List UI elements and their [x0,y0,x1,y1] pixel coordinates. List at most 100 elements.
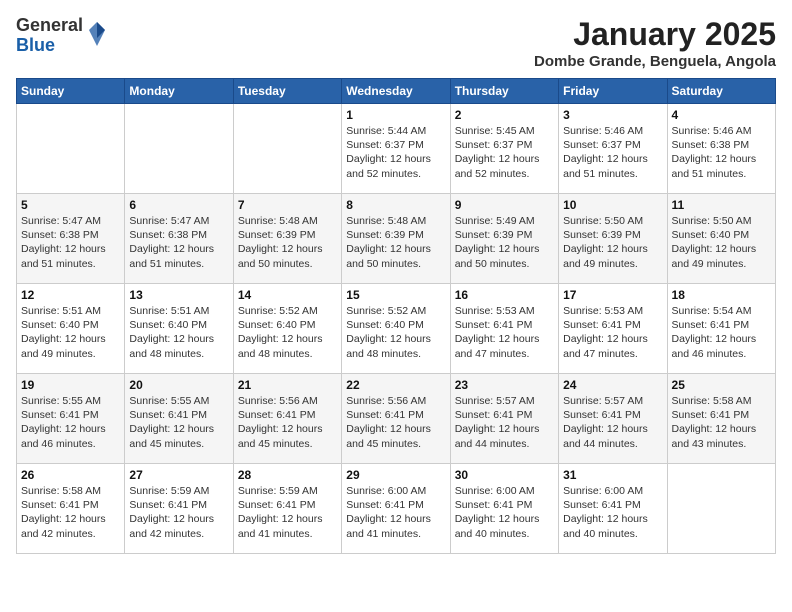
day-number: 31 [563,468,662,482]
calendar-cell: 1 Sunrise: 5:44 AM Sunset: 6:37 PM Daylig… [342,104,450,194]
calendar-cell: 30 Sunrise: 6:00 AM Sunset: 6:41 PM Dayli… [450,464,558,554]
header-cell-monday: Monday [125,79,233,104]
calendar-cell: 25Sunrise: 5:58 AM Sunset: 6:41 PM Dayli… [667,374,775,464]
day-number: 18 [672,288,771,302]
calendar-cell: 5Sunrise: 5:47 AM Sunset: 6:38 PM Daylig… [17,194,125,284]
header-cell-wednesday: Wednesday [342,79,450,104]
day-info: Sunrise: 5:51 AM Sunset: 6:40 PM Dayligh… [129,304,228,361]
day-number: 24 [563,378,662,392]
calendar-week-4: 26 Sunrise: 5:58 AM Sunset: 6:41 PM Dayli… [17,464,776,554]
day-info: Sunrise: 5:48 AM Sunset: 6:39 PM Dayligh… [238,214,337,271]
day-number: 22 [346,378,445,392]
day-info: Sunrise: 5:47 AM Sunset: 6:38 PM Dayligh… [129,214,228,271]
day-number: 10 [563,198,662,212]
calendar-cell: 12Sunrise: 5:51 AM Sunset: 6:40 PM Dayli… [17,284,125,374]
day-info: Sunrise: 6:00 AM Sunset: 6:41 PM Dayligh… [563,484,662,541]
calendar-cell: 14Sunrise: 5:52 AM Sunset: 6:40 PM Dayli… [233,284,341,374]
day-info: Sunrise: 5:46 AM Sunset: 6:37 PM Dayligh… [563,124,662,181]
day-number: 23 [455,378,554,392]
calendar-cell: 9 Sunrise: 5:49 AM Sunset: 6:39 PM Daylig… [450,194,558,284]
day-info: Sunrise: 5:44 AM Sunset: 6:37 PM Dayligh… [346,124,445,181]
title-block: January 2025 Dombe Grande, Benguela, Ang… [534,16,776,70]
day-number: 8 [346,198,445,212]
day-info: Sunrise: 5:51 AM Sunset: 6:40 PM Dayligh… [21,304,120,361]
day-number: 27 [129,468,228,482]
calendar-cell: 16Sunrise: 5:53 AM Sunset: 6:41 PM Dayli… [450,284,558,374]
day-info: Sunrise: 5:48 AM Sunset: 6:39 PM Dayligh… [346,214,445,271]
day-info: Sunrise: 5:45 AM Sunset: 6:37 PM Dayligh… [455,124,554,181]
day-info: Sunrise: 5:49 AM Sunset: 6:39 PM Dayligh… [455,214,554,271]
header-row: SundayMondayTuesdayWednesdayThursdayFrid… [17,79,776,104]
day-info: Sunrise: 5:55 AM Sunset: 6:41 PM Dayligh… [21,394,120,451]
calendar-cell [17,104,125,194]
day-number: 7 [238,198,337,212]
calendar-week-1: 5 Sunrise: 5:47 AM Sunset: 6:38 PM Daylig… [17,194,776,284]
calendar-cell: 27 Sunrise: 5:59 AM Sunset: 6:41 PM Dayli… [125,464,233,554]
calendar-header: SundayMondayTuesdayWednesdayThursdayFrid… [17,79,776,104]
day-info: Sunrise: 5:58 AM Sunset: 6:41 PM Dayligh… [21,484,120,541]
header-cell-friday: Friday [559,79,667,104]
day-number: 19 [21,378,120,392]
calendar-cell: 18 Sunrise: 5:54 AM Sunset: 6:41 PM Dayli… [667,284,775,374]
day-number: 2 [455,108,554,122]
logo-general: General [16,16,83,36]
day-number: 17 [563,288,662,302]
calendar-cell [125,104,233,194]
day-number: 28 [238,468,337,482]
calendar-cell: 15Sunrise: 5:52 AM Sunset: 6:40 PM Dayli… [342,284,450,374]
calendar-week-2: 12Sunrise: 5:51 AM Sunset: 6:40 PM Dayli… [17,284,776,374]
calendar-cell: 10 Sunrise: 5:50 AM Sunset: 6:39 PM Dayli… [559,194,667,284]
day-number: 5 [21,198,120,212]
day-number: 6 [129,198,228,212]
day-info: Sunrise: 5:57 AM Sunset: 6:41 PM Dayligh… [563,394,662,451]
calendar-cell [667,464,775,554]
calendar-cell: 11 Sunrise: 5:50 AM Sunset: 6:40 PM Dayli… [667,194,775,284]
calendar-cell: 2 Sunrise: 5:45 AM Sunset: 6:37 PM Daylig… [450,104,558,194]
calendar-cell: 19 Sunrise: 5:55 AM Sunset: 6:41 PM Dayli… [17,374,125,464]
calendar-cell: 23Sunrise: 5:57 AM Sunset: 6:41 PM Dayli… [450,374,558,464]
calendar-cell: 20Sunrise: 5:55 AM Sunset: 6:41 PM Dayli… [125,374,233,464]
day-info: Sunrise: 5:56 AM Sunset: 6:41 PM Dayligh… [346,394,445,451]
day-number: 4 [672,108,771,122]
day-info: Sunrise: 5:53 AM Sunset: 6:41 PM Dayligh… [455,304,554,361]
page-header: General Blue January 2025 Dombe Grande, … [16,16,776,70]
calendar-cell: 28 Sunrise: 5:59 AM Sunset: 6:41 PM Dayli… [233,464,341,554]
day-info: Sunrise: 5:55 AM Sunset: 6:41 PM Dayligh… [129,394,228,451]
day-info: Sunrise: 5:52 AM Sunset: 6:40 PM Dayligh… [346,304,445,361]
day-info: Sunrise: 5:53 AM Sunset: 6:41 PM Dayligh… [563,304,662,361]
calendar-cell: 24 Sunrise: 5:57 AM Sunset: 6:41 PM Dayli… [559,374,667,464]
day-info: Sunrise: 6:00 AM Sunset: 6:41 PM Dayligh… [455,484,554,541]
day-info: Sunrise: 5:50 AM Sunset: 6:39 PM Dayligh… [563,214,662,271]
day-number: 14 [238,288,337,302]
day-number: 11 [672,198,771,212]
day-info: Sunrise: 5:58 AM Sunset: 6:41 PM Dayligh… [672,394,771,451]
day-number: 3 [563,108,662,122]
day-info: Sunrise: 5:56 AM Sunset: 6:41 PM Dayligh… [238,394,337,451]
day-info: Sunrise: 5:54 AM Sunset: 6:41 PM Dayligh… [672,304,771,361]
calendar-cell: 17 Sunrise: 5:53 AM Sunset: 6:41 PM Dayli… [559,284,667,374]
day-number: 21 [238,378,337,392]
day-number: 1 [346,108,445,122]
day-info: Sunrise: 5:46 AM Sunset: 6:38 PM Dayligh… [672,124,771,181]
calendar-week-0: 1 Sunrise: 5:44 AM Sunset: 6:37 PM Daylig… [17,104,776,194]
logo-text: General Blue [16,16,83,56]
day-info: Sunrise: 5:59 AM Sunset: 6:41 PM Dayligh… [129,484,228,541]
calendar-cell: 8 Sunrise: 5:48 AM Sunset: 6:39 PM Daylig… [342,194,450,284]
calendar-cell: 6 Sunrise: 5:47 AM Sunset: 6:38 PM Daylig… [125,194,233,284]
day-number: 26 [21,468,120,482]
day-info: Sunrise: 5:59 AM Sunset: 6:41 PM Dayligh… [238,484,337,541]
calendar-cell: 22 Sunrise: 5:56 AM Sunset: 6:41 PM Dayli… [342,374,450,464]
logo-blue: Blue [16,36,83,56]
logo: General Blue [16,16,107,56]
page-subtitle: Dombe Grande, Benguela, Angola [534,53,776,70]
day-number: 30 [455,468,554,482]
calendar-cell [233,104,341,194]
header-cell-tuesday: Tuesday [233,79,341,104]
calendar-cell: 7 Sunrise: 5:48 AM Sunset: 6:39 PM Daylig… [233,194,341,284]
day-info: Sunrise: 6:00 AM Sunset: 6:41 PM Dayligh… [346,484,445,541]
header-cell-sunday: Sunday [17,79,125,104]
day-info: Sunrise: 5:50 AM Sunset: 6:40 PM Dayligh… [672,214,771,271]
page-title: January 2025 [534,16,776,53]
calendar-body: 1 Sunrise: 5:44 AM Sunset: 6:37 PM Daylig… [17,104,776,554]
day-number: 9 [455,198,554,212]
